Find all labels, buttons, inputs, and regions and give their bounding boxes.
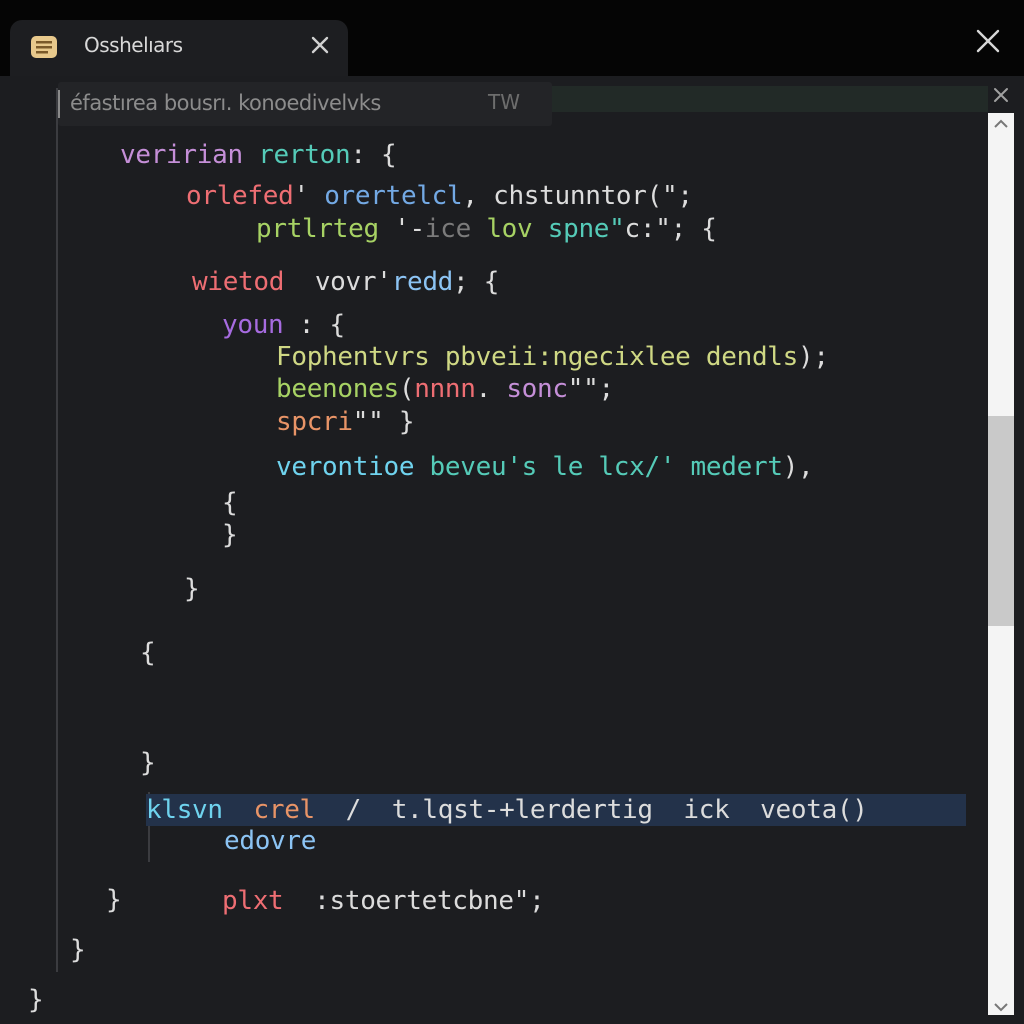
code-token: crel — [253, 795, 316, 825]
code-token: spne" — [547, 214, 625, 244]
chevron-up-icon[interactable] — [992, 117, 1010, 131]
code-token: . — [475, 374, 507, 404]
code-token: ' — [293, 181, 325, 211]
code-token: ""; — [567, 374, 614, 404]
code-token: vovr' — [284, 267, 392, 297]
close-icon[interactable] — [972, 25, 1004, 57]
scrollbar-thumb[interactable] — [988, 416, 1014, 626]
code-token: "" } — [352, 407, 415, 437]
code-token: nnnn — [414, 374, 476, 404]
code-token: redd — [391, 267, 454, 297]
code-token: orertelcl — [324, 181, 463, 211]
code-line[interactable]: prtlrteg '-ice lov spne"c:"; { — [256, 213, 717, 245]
code-token: edovre — [224, 826, 317, 856]
code-token: } — [70, 935, 86, 965]
code-token: ); — [798, 342, 829, 372]
code-token: c:"; { — [624, 214, 717, 244]
code-token: plxt — [222, 886, 284, 916]
code-token: } — [28, 985, 44, 1015]
chevron-down-icon[interactable] — [992, 1000, 1010, 1014]
code-token: } — [106, 885, 122, 915]
code-line[interactable]: spcri"" } — [276, 406, 415, 438]
code-line[interactable]: { — [140, 637, 156, 669]
code-line[interactable]: } — [222, 519, 238, 551]
code-line[interactable]: } — [184, 573, 200, 605]
code-token: '- — [378, 214, 425, 244]
code-token: wietod — [192, 267, 285, 297]
code-token: youn — [222, 310, 284, 340]
code-line[interactable]: { — [222, 487, 238, 519]
code-line[interactable]: veririan rerton: { — [120, 139, 397, 171]
code-token: lov — [486, 214, 548, 244]
code-token: ice — [424, 214, 487, 244]
code-line[interactable]: orlefed' orertelcl, chstunntor("; — [186, 180, 693, 212]
code-token: : { — [283, 310, 345, 340]
code-line[interactable]: plxt :stoertetcbne"; — [222, 885, 545, 917]
code-token: veririan — [120, 140, 259, 170]
code-line[interactable]: klsvn crel / t.lqst-+lerdertig ick veota… — [146, 794, 868, 826]
code-line[interactable]: } — [28, 984, 44, 1016]
code-token: verontioe — [276, 452, 430, 482]
notes-icon — [31, 36, 57, 58]
code-token: prtlrteg — [256, 214, 379, 244]
code-token: beenones — [276, 374, 399, 404]
code-token: / t.lqst-+lerdertig ick veota() — [314, 795, 868, 825]
text-caret — [58, 90, 60, 118]
code-token: ; { — [453, 267, 500, 297]
code-token: : { — [350, 140, 397, 170]
code-line[interactable]: Fophentvrs pbveii:ngecixlee dendls); — [276, 341, 829, 373]
tab-title: Osshelıars — [84, 33, 183, 57]
code-line[interactable]: verontioe beveu's le lcx/' medert), — [276, 451, 829, 483]
code-token: } — [140, 748, 156, 778]
code-line[interactable]: } — [106, 884, 122, 916]
code-token: } — [222, 520, 238, 550]
code-line[interactable]: } — [70, 934, 86, 966]
code-token: spcri — [276, 407, 353, 437]
code-token: Fophentvrs pbveii:ngecixlee dendls — [276, 342, 799, 372]
code-token: orlefed — [186, 181, 294, 211]
code-line[interactable]: } — [140, 747, 156, 779]
code-token: , chstunntor("; — [462, 181, 693, 211]
code-token: sonc — [506, 374, 568, 404]
code-token: } — [184, 574, 200, 604]
code-token: ), — [782, 452, 829, 482]
code-line[interactable]: wietod vovr'redd; { — [192, 266, 499, 298]
find-bar[interactable] — [58, 82, 552, 126]
find-input[interactable] — [70, 88, 470, 118]
code-token: ( — [398, 374, 415, 404]
code-token: { — [222, 488, 238, 518]
indent-guide — [56, 88, 58, 972]
code-token: { — [140, 638, 156, 668]
code-token: rerton — [258, 140, 351, 170]
code-token: klsvn — [146, 795, 223, 825]
code-line[interactable]: beenones(nnnn. sonc""; — [276, 373, 614, 405]
close-icon[interactable] — [306, 31, 334, 59]
find-bar-extension — [552, 86, 988, 112]
close-icon[interactable] — [990, 84, 1012, 106]
match-label: TW — [488, 90, 520, 114]
code-token: :stoertetcbne"; — [283, 886, 545, 916]
code-token: beveu's le lcx/' medert — [429, 452, 783, 482]
code-line[interactable]: edovre — [224, 825, 316, 857]
code-line[interactable]: youn : { — [222, 309, 345, 341]
